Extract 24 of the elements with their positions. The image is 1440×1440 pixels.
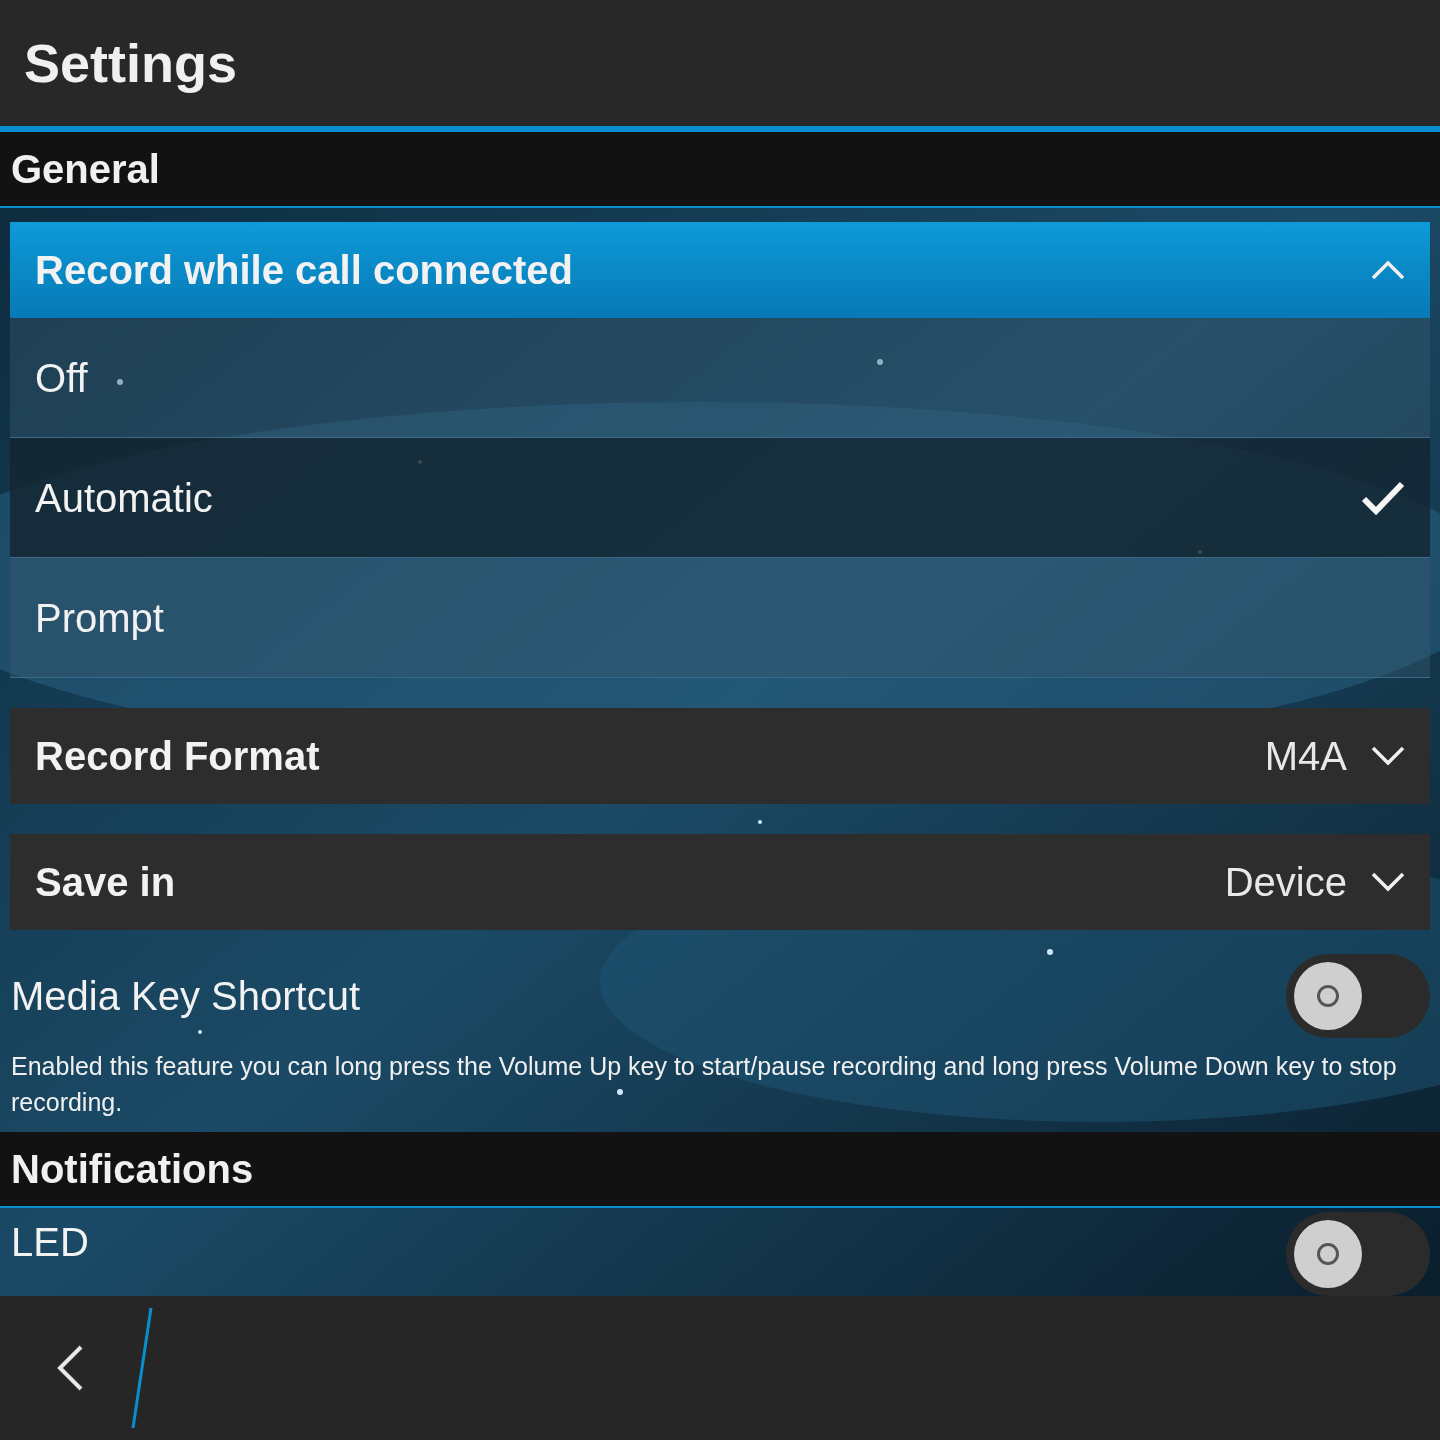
chevron-up-icon bbox=[1371, 260, 1405, 280]
option-label: Automatic bbox=[35, 474, 214, 522]
dropdown-label: Record Format bbox=[35, 733, 321, 780]
option-label: Off bbox=[35, 354, 89, 402]
checkmark-icon bbox=[1361, 479, 1405, 516]
back-icon bbox=[55, 1344, 85, 1392]
option-item[interactable]: Off bbox=[10, 318, 1430, 438]
dropdown[interactable]: Save in Device bbox=[10, 834, 1430, 930]
option-item[interactable]: Prompt bbox=[10, 558, 1430, 678]
chevron-down-icon bbox=[1371, 872, 1405, 892]
dropdown-value: M4A bbox=[1264, 733, 1347, 780]
dropdown-value: Device bbox=[1224, 859, 1347, 906]
section-header: Notifications bbox=[0, 1132, 1440, 1208]
chevron-down-icon bbox=[1371, 746, 1405, 766]
setting-label: Media Key Shortcut bbox=[10, 973, 361, 1020]
setting-description: Enabled this feature you can long press the Volume Up key to start/pause recording and long press Volume Down key to stop recording. bbox=[10, 1051, 1398, 1118]
dropdown-label: Record while call connected bbox=[35, 247, 574, 294]
option-label: Prompt bbox=[35, 594, 165, 642]
dropdown[interactable]: Record Format M4A bbox=[10, 708, 1430, 804]
section-header: General bbox=[0, 132, 1440, 208]
dropdown-label: Save in bbox=[35, 859, 177, 906]
option-item[interactable]: Automatic bbox=[10, 438, 1430, 558]
page-title: Settings bbox=[24, 31, 238, 95]
setting-label: LED bbox=[10, 1219, 89, 1266]
